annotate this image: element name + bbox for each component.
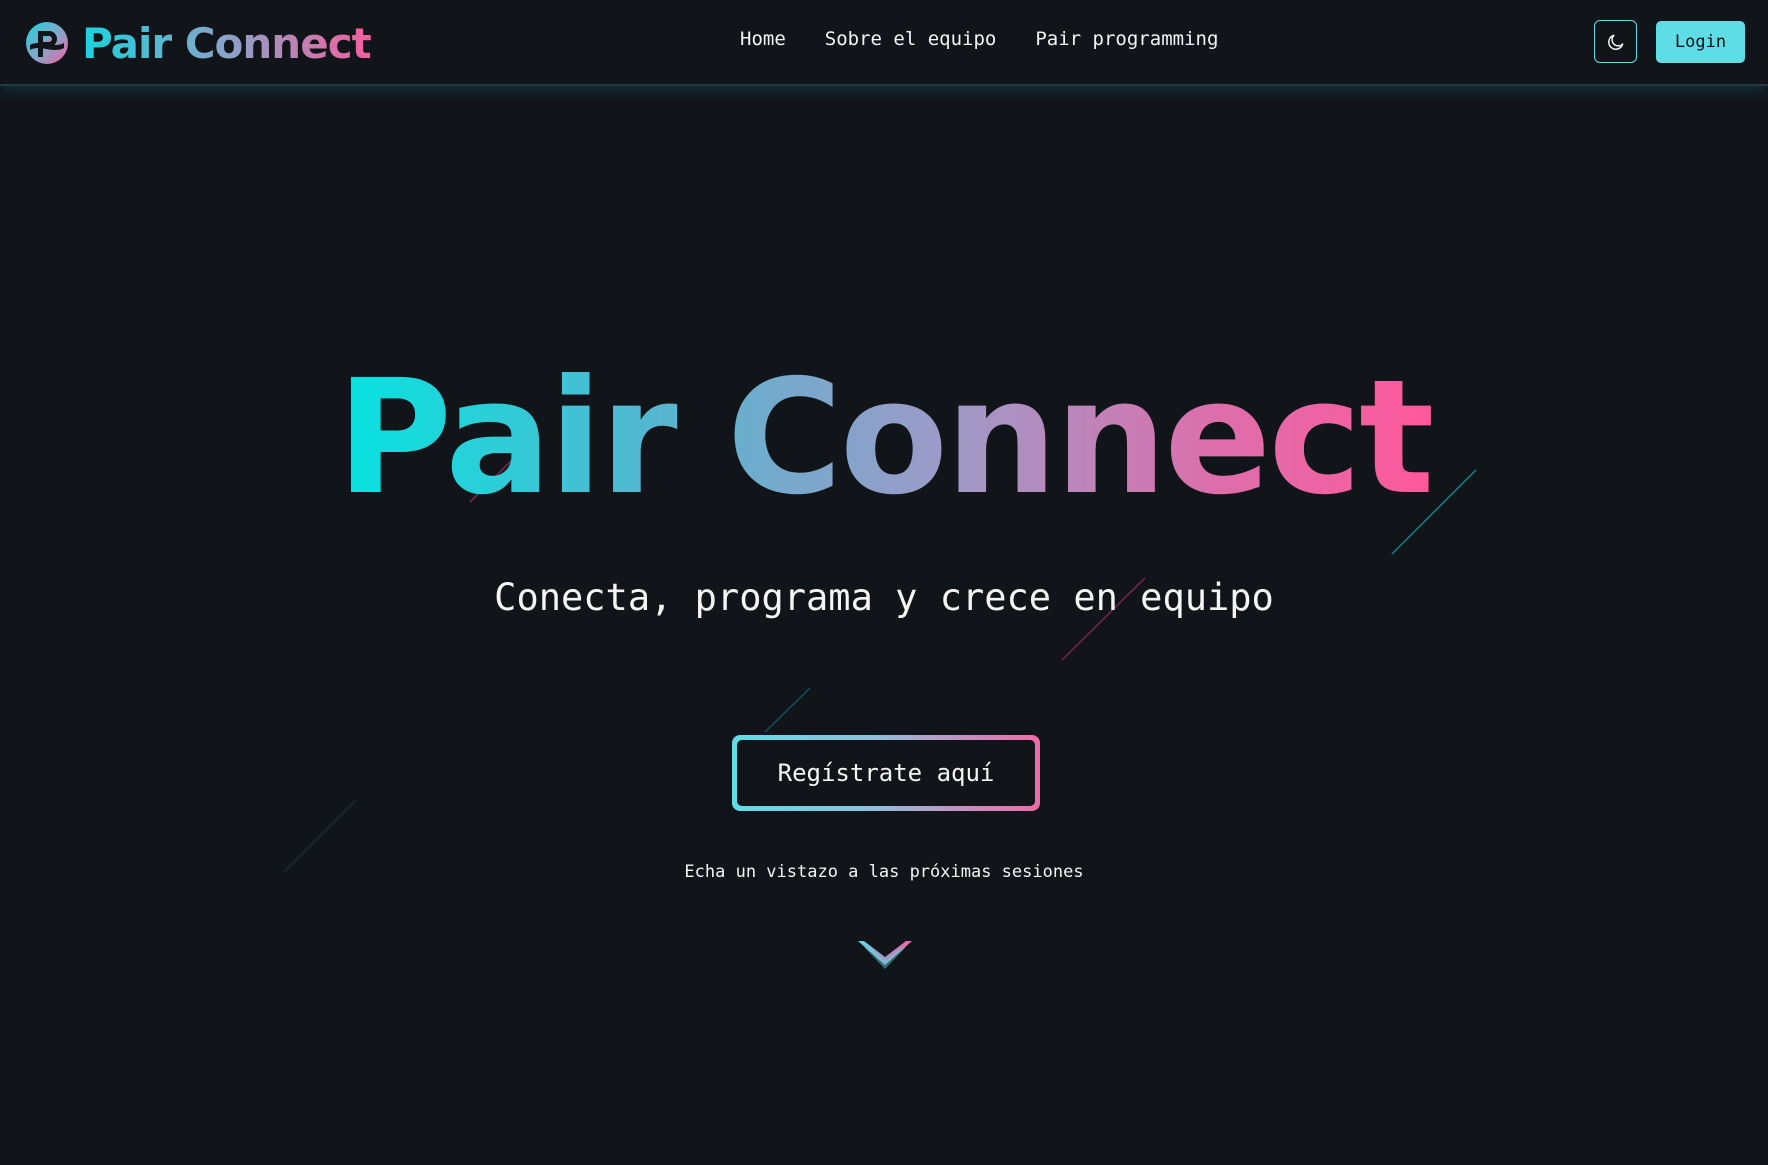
hero-subtitle: Conecta, programa y crece en equipo xyxy=(494,576,1274,619)
register-button[interactable]: Regístrate aquí xyxy=(737,740,1035,806)
brand-name: Pair Connect xyxy=(82,18,372,68)
hero-title-text: Pair Connect xyxy=(336,346,1434,530)
decorative-line xyxy=(764,687,811,733)
pair-connect-logo-icon xyxy=(26,22,68,64)
upcoming-sessions-link[interactable]: Echa un vistazo a las próximas sesiones xyxy=(0,862,1768,882)
nav-link-sobre-el-equipo[interactable]: Sobre el equipo xyxy=(825,28,997,50)
brand-home-link[interactable]: Pair Connect xyxy=(24,14,372,72)
chevron-down-icon[interactable] xyxy=(856,938,914,972)
nav-link-pair-programming[interactable]: Pair programming xyxy=(1035,28,1218,50)
nav-link-home[interactable]: Home xyxy=(740,28,786,50)
theme-toggle-button[interactable] xyxy=(1594,20,1637,63)
login-button[interactable]: Login xyxy=(1656,21,1745,63)
hero-title: Pair Connect xyxy=(0,346,1768,530)
moon-icon xyxy=(1607,34,1623,50)
register-button-frame: Regístrate aquí xyxy=(732,735,1040,811)
main-nav: Home Sobre el equipo Pair programming xyxy=(740,28,1218,50)
navbar: Pair Connect Home Sobre el equipo Pair p… xyxy=(0,0,1768,86)
